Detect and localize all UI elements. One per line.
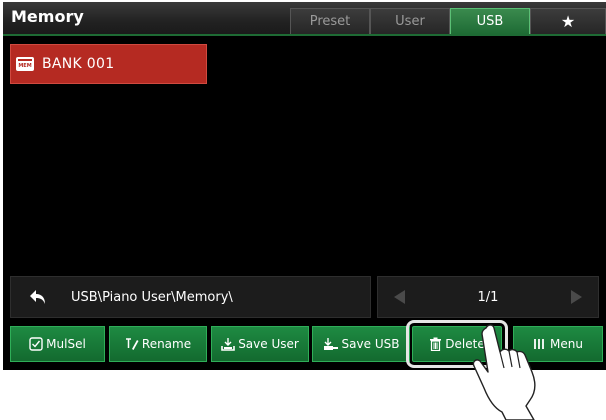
save-usb-icon — [323, 338, 338, 350]
back-button[interactable] — [11, 277, 65, 317]
header-divider — [3, 34, 606, 36]
tab-usb[interactable]: USB — [450, 8, 530, 34]
memory-file-icon: MEM — [16, 57, 34, 71]
rename-button[interactable]: Rename — [109, 326, 207, 362]
save-user-button[interactable]: Save User — [211, 326, 309, 362]
save-user-icon — [221, 338, 235, 351]
left-arrow-icon — [394, 290, 405, 304]
header-bar: Memory Preset User USB ★ — [3, 2, 606, 35]
page-indicator: 1/1 — [477, 289, 499, 305]
file-item-bank-001[interactable]: MEM BANK 001 — [10, 44, 207, 84]
tab-label: Preset — [309, 14, 351, 29]
multi-select-icon — [29, 337, 43, 351]
star-icon: ★ — [560, 12, 576, 31]
save-usb-button[interactable]: Save USB — [312, 326, 410, 362]
tab-preset[interactable]: Preset — [290, 8, 370, 34]
tab-user[interactable]: User — [370, 8, 450, 34]
current-path: USB\Piano User\Memory\ — [71, 289, 233, 305]
pointing-hand-icon — [472, 324, 536, 420]
rename-icon — [125, 338, 139, 350]
trash-icon — [430, 337, 442, 351]
button-label: Save User — [238, 337, 299, 351]
mulsel-button[interactable]: MulSel — [10, 326, 105, 362]
back-arrow-icon — [30, 290, 45, 304]
memory-screen: Memory Preset User USB ★ MEM BANK 001 US… — [3, 2, 606, 370]
previous-page-button[interactable] — [378, 277, 422, 317]
button-label: Save USB — [341, 337, 400, 351]
button-label: Rename — [141, 337, 192, 351]
tab-label: User — [395, 14, 425, 29]
right-arrow-icon — [570, 290, 582, 304]
tab-label: USB — [476, 14, 504, 29]
tab-favorites[interactable]: ★ — [530, 8, 606, 34]
path-bar: USB\Piano User\Memory\ — [10, 276, 371, 318]
page-navigator: 1/1 — [377, 276, 599, 318]
button-label: MulSel — [46, 337, 86, 351]
page-title: Memory — [11, 7, 84, 26]
next-page-button[interactable] — [554, 277, 598, 317]
file-item-label: BANK 001 — [42, 56, 115, 72]
